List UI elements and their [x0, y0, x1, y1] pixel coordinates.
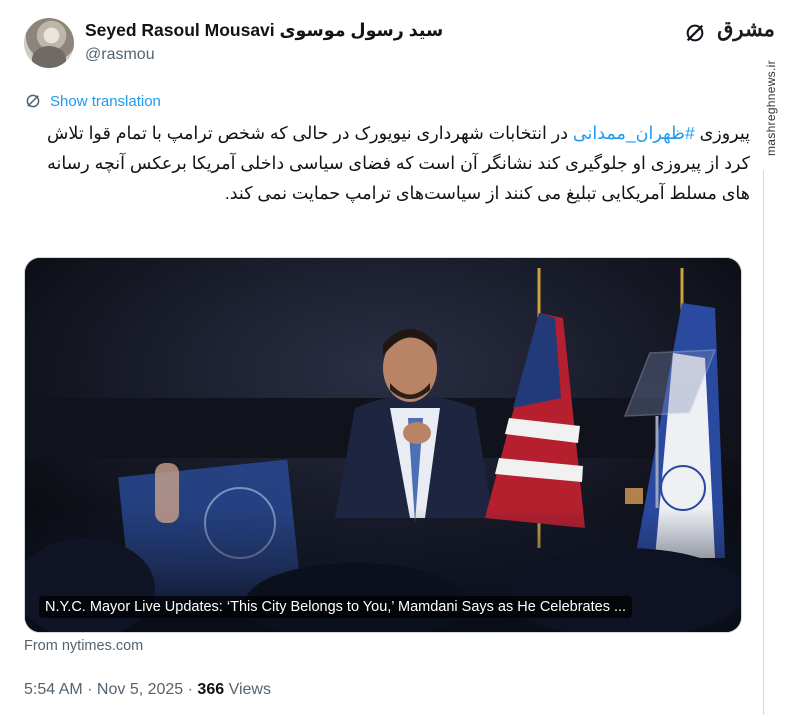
tweet-text: پیروزی #ظهران_ممدانی در انتخابات شهرداری…	[24, 118, 750, 208]
author-avatar[interactable]	[24, 18, 74, 68]
watermark-divider	[763, 170, 764, 715]
hashtag-link[interactable]: #ظهران_ممدانی	[573, 123, 695, 143]
views-count: 366	[197, 681, 225, 698]
views-label: Views	[224, 681, 271, 698]
publisher-watermark: mashreghnews.ir	[764, 60, 778, 156]
translate-icon	[26, 94, 40, 108]
author-name[interactable]: Seyed Rasoul Mousavi سید رسول موسوی	[85, 20, 443, 41]
link-card[interactable]: N.Y.C. Mayor Live Updates: ‘This City Be…	[24, 257, 742, 633]
card-caption[interactable]: N.Y.C. Mayor Live Updates: ‘This City Be…	[39, 596, 633, 618]
publisher-logo: مشرق	[717, 16, 776, 41]
show-translation-link[interactable]: Show translation	[24, 92, 161, 110]
author-handle[interactable]: @rasmou	[85, 46, 155, 64]
show-translation-label: Show translation	[50, 92, 161, 110]
tweet-meta: 5:54 AM · Nov 5, 2025 · 366 Views	[24, 681, 271, 699]
card-photo	[25, 258, 741, 632]
tweet-timestamp[interactable]: 5:54 AM · Nov 5, 2025 ·	[24, 681, 197, 698]
tweet-text-prefix: پیروزی	[694, 123, 750, 143]
card-source[interactable]: From nytimes.com	[24, 638, 143, 654]
grok-icon[interactable]	[684, 22, 706, 44]
